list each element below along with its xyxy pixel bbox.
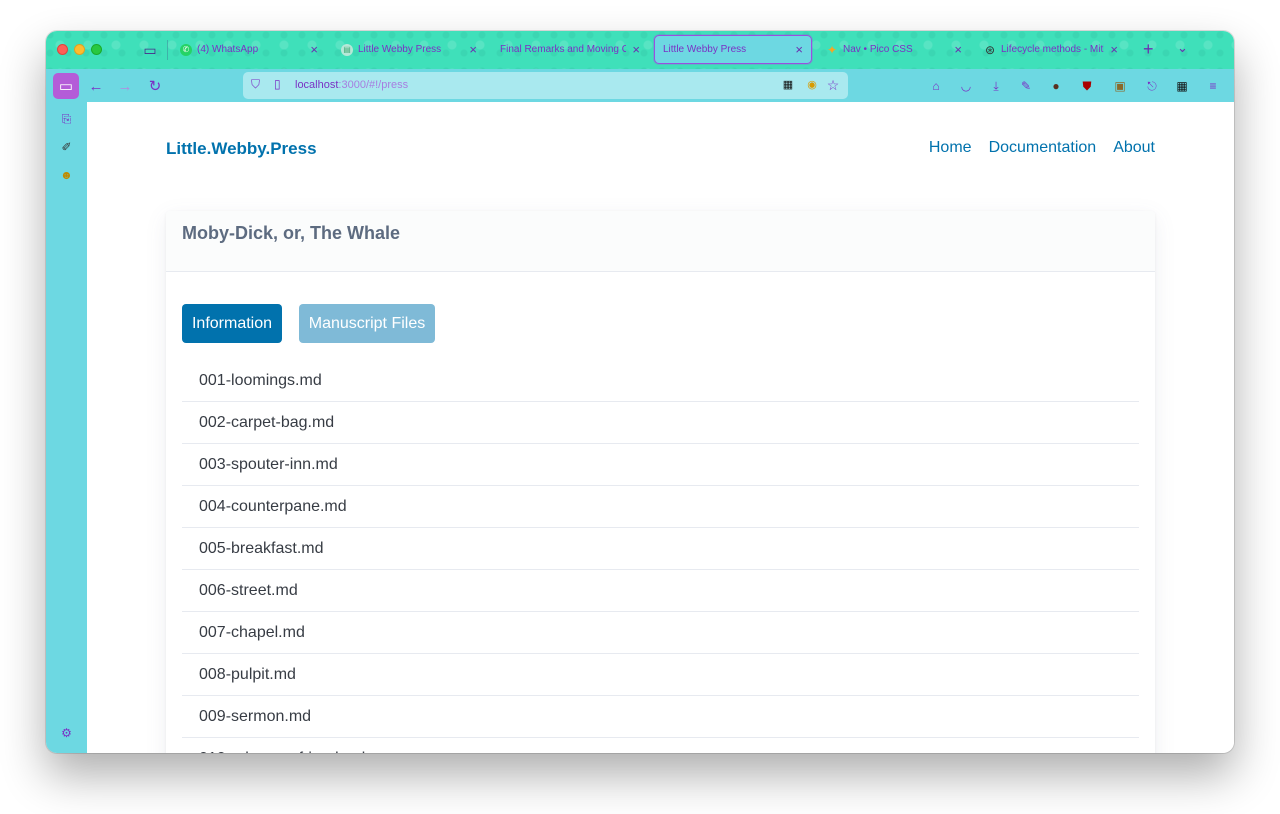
tab-title: Final Remarks and Moving On <box>500 44 627 55</box>
zoom-window-button[interactable] <box>91 44 102 55</box>
reload-icon[interactable]: ↻ <box>142 73 168 99</box>
browser-window: ▭ ✆ (4) WhatsApp × ▤ Little Webby Press … <box>46 31 1234 753</box>
book-card: Moby-Dick, or, The Whale Information Man… <box>166 211 1155 753</box>
file-item[interactable]: 002-carpet-bag.md <box>182 402 1139 444</box>
close-window-button[interactable] <box>57 44 68 55</box>
nav-about-link[interactable]: About <box>1113 139 1155 157</box>
qr-code-icon[interactable]: ▦ <box>780 77 796 93</box>
tab-separator <box>167 40 168 60</box>
tab-little-webby-press[interactable]: ▤ Little Webby Press × <box>333 35 485 64</box>
file-item[interactable]: 009-sermon.md <box>182 696 1139 738</box>
nav-toolbar: ▭ ← → ↻ ⛉ ▯ localhost:3000/#!/press ▦ ◉ … <box>46 69 1234 102</box>
minimize-window-button[interactable] <box>74 44 85 55</box>
top-nav: Home Documentation About <box>929 139 1155 157</box>
tab-title: Little Webby Press <box>663 44 747 55</box>
url-host: localhost <box>295 79 339 91</box>
home-icon[interactable]: ⌂ <box>928 78 944 94</box>
manuscript-files-button[interactable]: Manuscript Files <box>299 304 435 343</box>
file-item[interactable]: 005-breakfast.md <box>182 528 1139 570</box>
sidebar-toggle-icon[interactable]: ▭ <box>53 73 79 99</box>
gear-icon[interactable]: ⚙ <box>59 726 74 741</box>
image-extension-icon[interactable]: ▣ <box>1112 78 1128 94</box>
close-tab-icon[interactable]: × <box>469 42 477 57</box>
browser-sidebar: ⎘ ✐ ☻ ⚙ <box>46 102 87 753</box>
url-path: :3000/#!/press <box>338 79 409 91</box>
file-item[interactable]: 006-street.md <box>182 570 1139 612</box>
nav-home-link[interactable]: Home <box>929 139 972 157</box>
reader-extension-icon[interactable]: ◉ <box>804 77 820 93</box>
file-item[interactable]: 008-pulpit.md <box>182 654 1139 696</box>
nav-documentation-link[interactable]: Documentation <box>989 139 1097 157</box>
tab-title: Nav • Pico CSS <box>843 44 913 55</box>
mithril-icon: ⊛ <box>984 42 996 57</box>
whatsapp-icon: ✆ <box>180 43 192 56</box>
close-tab-icon[interactable]: × <box>795 42 803 57</box>
character-sidebar-icon[interactable]: ☻ <box>59 168 74 183</box>
sparkle-icon: ✦ <box>826 42 838 57</box>
menu-icon[interactable]: ≡ <box>1205 78 1221 94</box>
back-arrow-icon[interactable]: ← <box>83 73 109 99</box>
tab-strip: ▭ ✆ (4) WhatsApp × ▤ Little Webby Press … <box>46 31 1234 69</box>
file-item[interactable]: 007-chapel.md <box>182 612 1139 654</box>
tab-final-remarks[interactable]: Final Remarks and Moving On × <box>492 35 648 64</box>
shield-icon[interactable]: ⛉ <box>251 77 260 92</box>
extensions-grid-icon[interactable]: ▦ <box>1174 78 1190 94</box>
file-item[interactable]: 003-spouter-inn.md <box>182 444 1139 486</box>
chevron-down-icon[interactable]: ⌄ <box>1177 40 1188 56</box>
pocket-icon[interactable]: ◡ <box>958 78 974 94</box>
new-tab-icon[interactable]: + <box>1143 39 1154 60</box>
ublock-icon[interactable]: ⛊ <box>1079 78 1095 94</box>
url-bar[interactable]: ⛉ ▯ localhost:3000/#!/press ▦ ◉ ☆ <box>243 72 848 99</box>
tab-whatsapp[interactable]: ✆ (4) WhatsApp × <box>172 35 326 64</box>
download-icon[interactable]: ⤓ <box>988 78 1004 94</box>
forward-arrow-icon[interactable]: → <box>112 73 138 99</box>
avatar-extension-icon[interactable]: ● <box>1048 78 1064 94</box>
file-item[interactable]: 004-counterpane.md <box>182 486 1139 528</box>
brand-link[interactable]: Little.Webby.Press <box>166 139 317 159</box>
tab-mithril[interactable]: ⊛ Lifecycle methods - Mithr × <box>976 35 1126 64</box>
tab-title: (4) WhatsApp <box>197 44 259 55</box>
information-button[interactable]: Information <box>182 304 282 343</box>
wrench-icon[interactable]: ✎ <box>1018 78 1034 94</box>
bookmark-star-icon[interactable]: ☆ <box>825 77 841 93</box>
page-icon: ▤ <box>341 43 353 56</box>
tab-overview-icon[interactable]: ▭ <box>141 41 159 59</box>
page-info-icon[interactable]: ▯ <box>274 77 281 91</box>
card-header: Moby-Dick, or, The Whale <box>166 211 1155 272</box>
file-item[interactable]: 010-a-bosom-friend.md <box>182 738 1139 753</box>
close-tab-icon[interactable]: × <box>310 42 318 57</box>
book-title: Moby-Dick, or, The Whale <box>182 223 401 243</box>
file-item[interactable]: 001-loomings.md <box>182 360 1139 402</box>
close-tab-icon[interactable]: × <box>632 42 640 57</box>
manuscript-file-list: 001-loomings.md 002-carpet-bag.md 003-sp… <box>182 360 1139 753</box>
close-tab-icon[interactable]: × <box>954 42 962 57</box>
url-text[interactable]: localhost:3000/#!/press <box>295 79 408 91</box>
tab-active-little-webby-press[interactable]: Little Webby Press × <box>654 35 812 64</box>
notes-sidebar-icon[interactable]: ✐ <box>59 140 74 155</box>
tab-title: Little Webby Press <box>358 44 442 55</box>
page-content: Little.Webby.Press Home Documentation Ab… <box>87 102 1234 753</box>
save-sidebar-icon[interactable]: ⎘ <box>59 112 74 127</box>
tab-title: Lifecycle methods - Mithr <box>1001 44 1105 55</box>
tab-pico-css[interactable]: ✦ Nav • Pico CSS × <box>818 35 970 64</box>
close-tab-icon[interactable]: × <box>1110 42 1118 57</box>
share-icon[interactable]: ⎋ <box>1144 78 1160 94</box>
